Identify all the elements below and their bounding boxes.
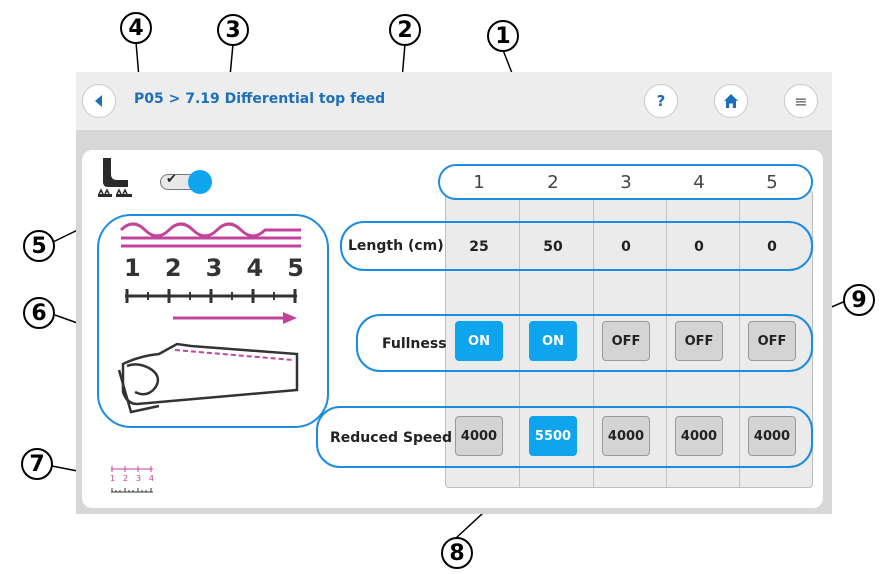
reduced-speed-button[interactable]: 5500 — [529, 416, 577, 456]
fullness-toggle-button[interactable]: ON — [529, 321, 577, 361]
fullness-toggle-button[interactable]: OFF — [748, 321, 796, 361]
back-button[interactable] — [82, 84, 116, 118]
differential-feed-illustration: 1 2 3 4 5 — [97, 214, 329, 428]
length-value[interactable]: 25 — [449, 239, 509, 255]
callout-4: 4 — [120, 12, 152, 44]
callout-7: 7 — [21, 448, 53, 480]
toggle-knob — [188, 170, 212, 194]
top-bar: P05 > 7.19 Differential top feed ? ≡ — [76, 72, 832, 130]
column-header: 5 — [766, 172, 778, 193]
reduced-speed-button[interactable]: 4000 — [675, 416, 723, 456]
length-label: Length (cm) — [348, 238, 444, 254]
column-header: 1 — [473, 172, 485, 193]
fullness-label: Fullness — [382, 336, 447, 352]
checkmark-icon: ✔ — [166, 172, 177, 187]
length-value[interactable]: 0 — [669, 239, 729, 255]
scale-labels: 1 2 3 4 5 — [124, 254, 304, 282]
page-title: P05 > 7.19 Differential top feed — [134, 91, 386, 107]
reduced-speed-button[interactable]: 4000 — [602, 416, 650, 456]
feature-toggle[interactable]: ✔ — [160, 170, 212, 194]
reduced-speed-label: Reduced Speed — [330, 430, 453, 446]
column-header: 4 — [693, 172, 705, 193]
ruler-icon — [111, 466, 153, 493]
length-value[interactable]: 0 — [596, 239, 656, 255]
length-value[interactable]: 50 — [523, 239, 583, 255]
machine-screen: P05 > 7.19 Differential top feed ? ≡ ✔ 1… — [76, 72, 832, 514]
callout-1: 1 — [487, 20, 519, 52]
scale-label: 4 — [246, 254, 264, 282]
callout-8: 8 — [441, 537, 473, 569]
content-panel: ✔ 1 2 3 4 5 1 2 3 4 1 2 3 4 5 Length (cm… — [82, 150, 823, 508]
callout-3: 3 — [217, 14, 249, 46]
callout-2: 2 — [389, 14, 421, 46]
callout-6: 6 — [23, 297, 55, 329]
scale-label: 5 — [287, 254, 304, 282]
back-arrow-icon — [95, 95, 102, 107]
column-header: 2 — [547, 172, 559, 193]
help-icon: ? — [656, 92, 666, 110]
column-header: 3 — [620, 172, 632, 193]
help-button[interactable]: ? — [644, 84, 678, 118]
presser-foot-icon — [98, 158, 132, 197]
menu-button[interactable]: ≡ — [784, 84, 818, 118]
reduced-speed-button[interactable]: 4000 — [455, 416, 503, 456]
length-value[interactable]: 0 — [742, 239, 802, 255]
fullness-toggle-button[interactable]: OFF — [675, 321, 723, 361]
reduced-speed-button[interactable]: 4000 — [748, 416, 796, 456]
scale-label: 2 — [164, 254, 182, 282]
callout-5: 5 — [23, 230, 55, 262]
fabric-diagram — [117, 222, 301, 414]
scale-label: 3 — [205, 254, 223, 282]
scale-label: 1 — [124, 254, 141, 282]
stitch-scale-button[interactable]: 1 2 3 4 — [108, 464, 156, 496]
hamburger-menu-icon: ≡ — [794, 91, 808, 111]
fullness-toggle-button[interactable]: ON — [455, 321, 503, 361]
home-button[interactable] — [714, 84, 748, 118]
home-icon — [724, 94, 738, 108]
callout-9: 9 — [843, 284, 875, 316]
fullness-toggle-button[interactable]: OFF — [602, 321, 650, 361]
